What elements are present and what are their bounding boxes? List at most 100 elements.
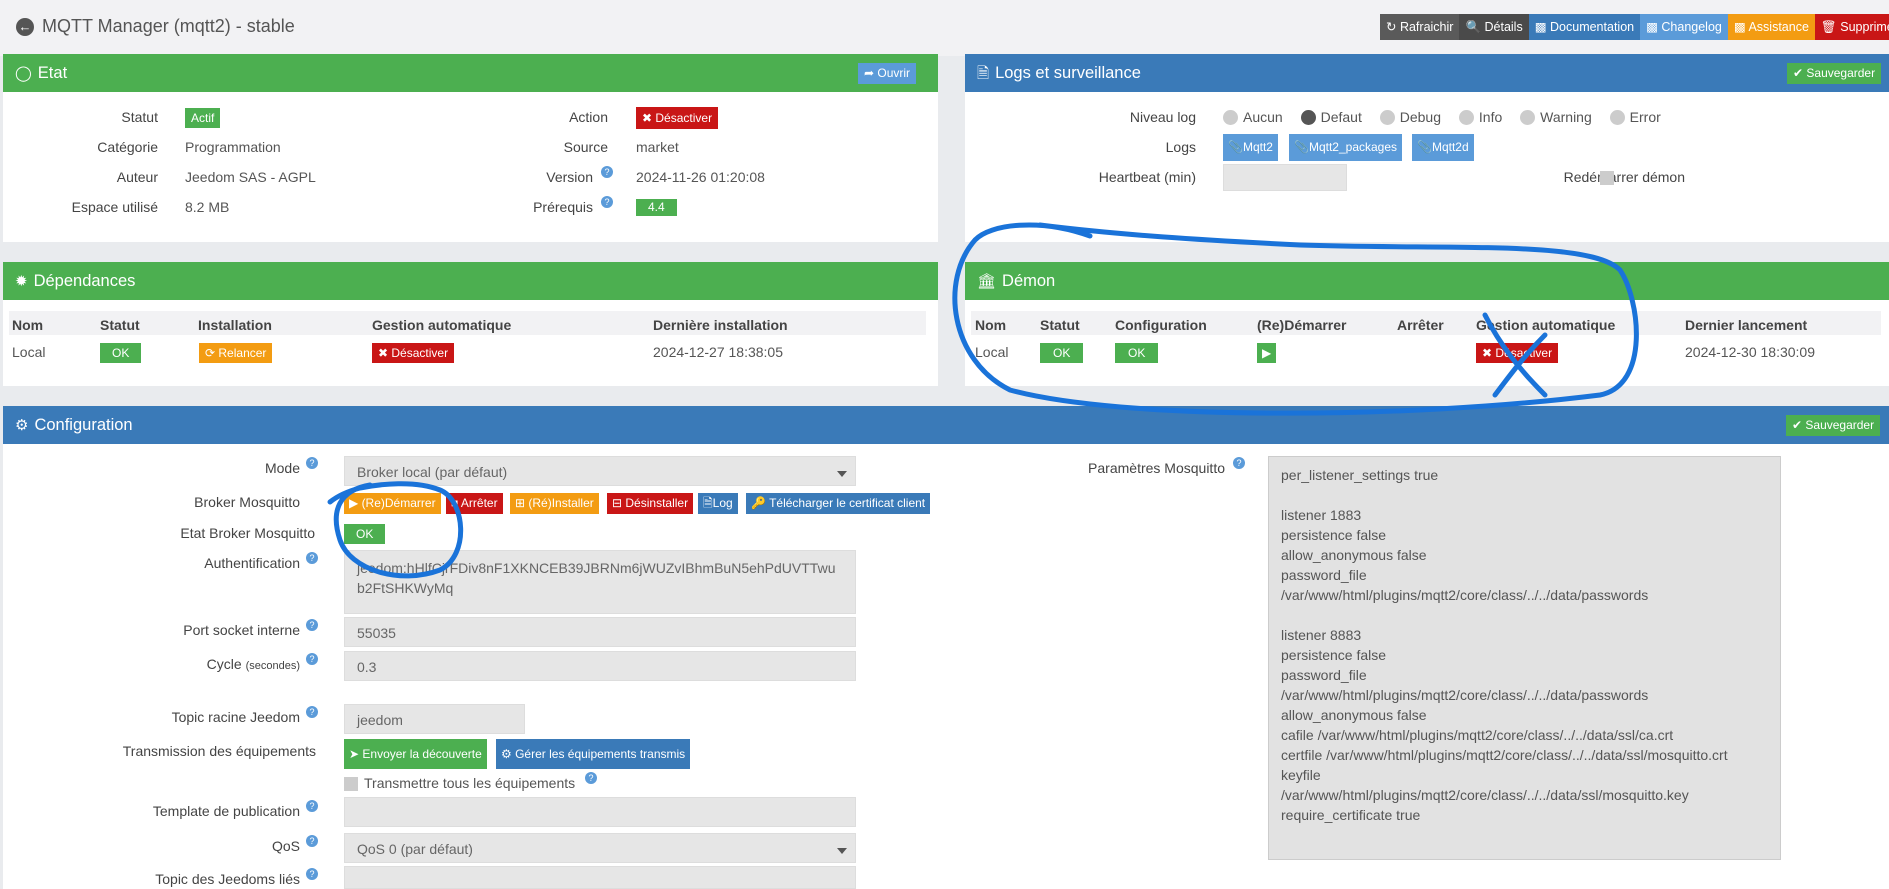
prerequis-badge: 4.4 (636, 199, 677, 216)
auth-help-icon[interactable]: ? (306, 552, 318, 564)
template-input[interactable] (344, 797, 856, 827)
gear-icon: ✹ (15, 273, 28, 290)
radio-defaut[interactable] (1300, 110, 1316, 125)
mosquitto-help-icon[interactable]: ? (1233, 457, 1245, 469)
deps-row-name: Local (12, 344, 46, 360)
radio-aucun[interactable] (1223, 110, 1238, 125)
restart-daemon-checkbox[interactable] (1600, 171, 1614, 185)
demon-row-name: Local (975, 344, 1009, 360)
deps-col-gestion: Gestion automatique (372, 317, 512, 333)
configuration-header: ⚙ Configuration ✔ Sauvegarder (3, 406, 1889, 444)
refresh-button[interactable]: ↻ Rafraichir (1380, 14, 1460, 40)
statut-label: Statut (121, 109, 158, 125)
refresh-circle-icon: ◯ (15, 65, 32, 82)
espace-label: Espace utilisé (71, 199, 158, 215)
send-discovery-button[interactable]: ➤ Envoyer la découverte (344, 739, 487, 769)
deps-deactivate-button[interactable]: ✖ Désactiver (372, 343, 455, 363)
linked-topic-input[interactable] (344, 866, 856, 889)
log-level-radio-group: Aucun Defaut Debug Info Warning Error (1223, 109, 1675, 125)
cycle-label: Cycle (secondes) (206, 656, 300, 672)
etat-title: Etat (37, 64, 68, 82)
topic-help-icon[interactable]: ? (306, 706, 318, 718)
download-cert-button[interactable]: 🔑 Télécharger le certificat client (746, 493, 931, 514)
dependances-title: Dépendances (33, 272, 136, 290)
topic-input[interactable]: jeedom (344, 704, 525, 734)
transmit-all-help-icon[interactable]: ? (585, 772, 597, 784)
page-title-text: MQTT Manager (mqtt2) - stable (42, 16, 295, 36)
details-button[interactable]: 🔍 Détails (1459, 14, 1529, 40)
etat-broker-badge: OK (344, 524, 386, 544)
bank-icon: 🏛 (977, 273, 997, 290)
version-value: 2024-11-26 01:20:08 (636, 169, 765, 185)
prerequis-help-icon[interactable]: ? (601, 196, 613, 208)
heartbeat-input[interactable] (1223, 164, 1347, 191)
categorie-value: Programmation (185, 139, 281, 155)
configuration-title: Configuration (34, 416, 133, 434)
demon-restart-button[interactable]: ▶ (1257, 343, 1277, 363)
action-label: Action (569, 109, 608, 125)
espace-value: 8.2 MB (185, 199, 230, 215)
back-arrow-icon[interactable]: ← (16, 17, 34, 36)
cycle-input[interactable]: 0.3 (344, 651, 856, 681)
logs-save-button[interactable]: ✔ Sauvegarder (1787, 63, 1882, 84)
open-button[interactable]: ➦ Ouvrir (858, 63, 917, 84)
deps-last-install: 2024-12-27 18:38:05 (653, 344, 783, 360)
auth-textarea[interactable]: jeedom:hHlfCjrFDiv8nF1XKNCEB39JBRNm6jWUZ… (344, 550, 856, 614)
broker-reinstall-button[interactable]: ⊞ (Ré)Installer (510, 493, 599, 514)
radio-info[interactable] (1458, 110, 1474, 125)
changelog-button[interactable]: ▩ Changelog (1640, 14, 1728, 40)
mode-select[interactable]: Broker local (par défaut) (344, 456, 856, 486)
version-label: Version (546, 169, 593, 185)
documentation-button[interactable]: ▩ Documentation (1528, 14, 1641, 40)
broker-restart-button[interactable]: ▶ (Re)Démarrer (344, 493, 441, 514)
categorie-label: Catégorie (97, 139, 158, 155)
cycle-help-icon[interactable]: ? (306, 653, 318, 665)
broker-log-button[interactable]: 🗎Log (698, 493, 738, 514)
auteur-value: Jeedom SAS - AGPL (185, 169, 316, 185)
logs-header: 🗎 Logs et surveillance ✔ Sauvegarder (965, 54, 1889, 92)
broker-stop-button[interactable]: ■ Arrêter (446, 493, 503, 514)
linked-topic-help-icon[interactable]: ? (306, 868, 318, 880)
manage-equipments-button[interactable]: ⚙ Gérer les équipements transmis (496, 739, 691, 769)
deactivate-plugin-button[interactable]: ✖ Désactiver (636, 107, 719, 129)
assistance-button[interactable]: ▩ Assistance (1727, 14, 1815, 40)
deps-col-nom: Nom (12, 317, 44, 333)
mosquitto-params-textarea[interactable]: per_listener_settings true listener 1883… (1268, 456, 1781, 860)
qos-select[interactable]: QoS 0 (par défaut) (344, 833, 856, 863)
demon-deactivate-button[interactable]: ✖ Désactiver (1476, 343, 1559, 363)
radio-warning[interactable] (1520, 110, 1536, 125)
source-label: Source (563, 139, 608, 155)
log-mqtt2d-button[interactable]: 📎Mqtt2d (1412, 134, 1474, 161)
mode-help-icon[interactable]: ? (306, 457, 318, 469)
delete-button[interactable]: 🗑 Supprimer (1814, 14, 1889, 40)
template-help-icon[interactable]: ? (306, 800, 318, 812)
port-help-icon[interactable]: ? (306, 619, 318, 631)
deps-relancer-button[interactable]: ⟳ Relancer (199, 343, 273, 363)
broker-uninstall-button[interactable]: ⊟ Désinstaller (607, 493, 694, 514)
broker-label: Broker Mosquitto (194, 494, 300, 510)
mosquitto-params-label: Paramètres Mosquitto (1088, 460, 1225, 476)
log-mqtt2-button[interactable]: 📎Mqtt2 (1223, 134, 1278, 161)
config-save-button[interactable]: ✔ Sauvegarder (1786, 415, 1881, 436)
qos-help-icon[interactable]: ? (306, 835, 318, 847)
radio-debug[interactable] (1379, 110, 1395, 125)
demon-col-nom: Nom (975, 317, 1007, 333)
transmission-label: Transmission des équipements (122, 743, 316, 759)
dependances-panel: ✹ Dépendances Nom Statut Installation Ges… (3, 262, 938, 386)
qos-label: QoS (271, 838, 300, 854)
top-toolbar: ↻ Rafraichir 🔍 Détails ▩ Documentation ▩… (1380, 14, 1889, 40)
transmit-all-checkbox[interactable] (344, 777, 358, 791)
demon-header: 🏛 Démon (965, 262, 1889, 300)
demon-config-badge: OK (1115, 343, 1159, 363)
port-input[interactable]: 55035 (344, 617, 856, 647)
demon-col-statut: Statut (1040, 317, 1080, 333)
log-mqtt2-packages-button[interactable]: 📎Mqtt2_packages (1289, 134, 1403, 161)
gears-icon: ⚙ (15, 417, 29, 434)
logs-title: Logs et surveillance (995, 64, 1141, 82)
demon-col-stop: Arrêter (1397, 317, 1444, 333)
logs-panel: 🗎 Logs et surveillance ✔ Sauvegarder Nive… (965, 54, 1889, 242)
radio-error[interactable] (1609, 110, 1625, 125)
version-help-icon[interactable]: ? (601, 166, 613, 178)
file-icon: 🗎 (977, 65, 990, 82)
chevron-down-icon (837, 848, 847, 854)
